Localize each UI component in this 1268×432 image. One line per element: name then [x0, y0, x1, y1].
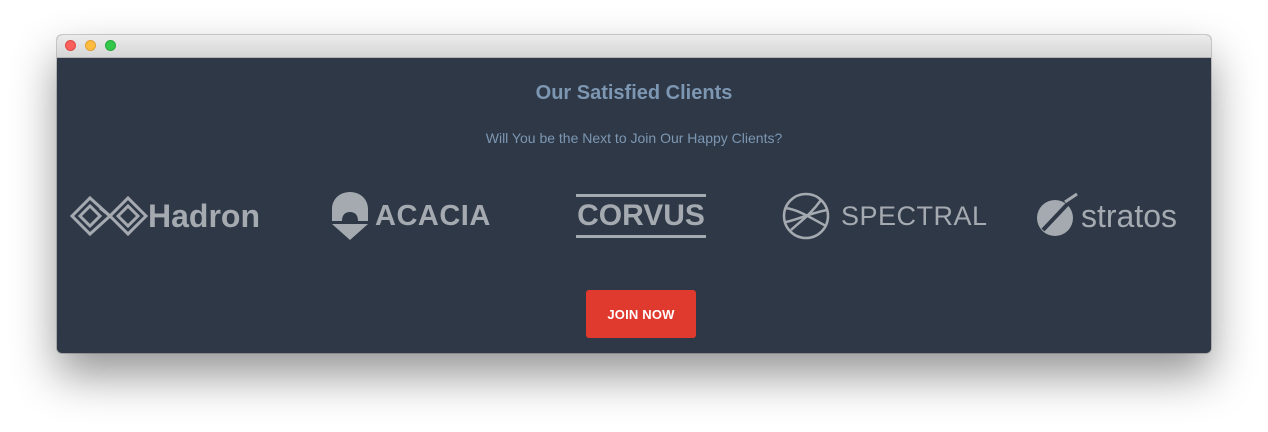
stratos-logo-icon	[1037, 192, 1079, 236]
spectral-logo-icon	[782, 192, 830, 240]
acacia-logo-icon	[332, 192, 368, 240]
client-logo-hadron: Hadron	[70, 188, 270, 244]
window-minimize-button[interactable]	[85, 40, 96, 51]
clients-section: Our Satisfied Clients Will You be the Ne…	[57, 58, 1211, 353]
client-logos: Hadron ACACIA CORVUS SPECTRAL stratos	[57, 188, 1211, 244]
browser-window: Our Satisfied Clients Will You be the Ne…	[57, 35, 1211, 353]
client-logo-stratos: stratos	[1035, 188, 1195, 244]
client-logo-acacia: ACACIA	[329, 188, 491, 244]
client-name: ACACIA	[375, 200, 491, 232]
hadron-logo-icon	[70, 195, 149, 237]
client-name: Hadron	[148, 198, 260, 234]
window-close-button[interactable]	[65, 40, 76, 51]
client-logo-corvus: CORVUS	[576, 188, 706, 244]
client-name: stratos	[1081, 198, 1178, 234]
section-subtitle: Will You be the Next to Join Our Happy C…	[485, 130, 783, 146]
join-now-button[interactable]: JOIN NOW	[586, 290, 696, 338]
client-name: SPECTRAL	[841, 201, 988, 231]
window-maximize-button[interactable]	[105, 40, 116, 51]
client-logo-spectral: SPECTRAL	[781, 188, 987, 244]
section-title: Our Satisfied Clients	[535, 82, 733, 104]
window-titlebar	[57, 35, 1211, 58]
client-name: CORVUS	[577, 199, 705, 232]
